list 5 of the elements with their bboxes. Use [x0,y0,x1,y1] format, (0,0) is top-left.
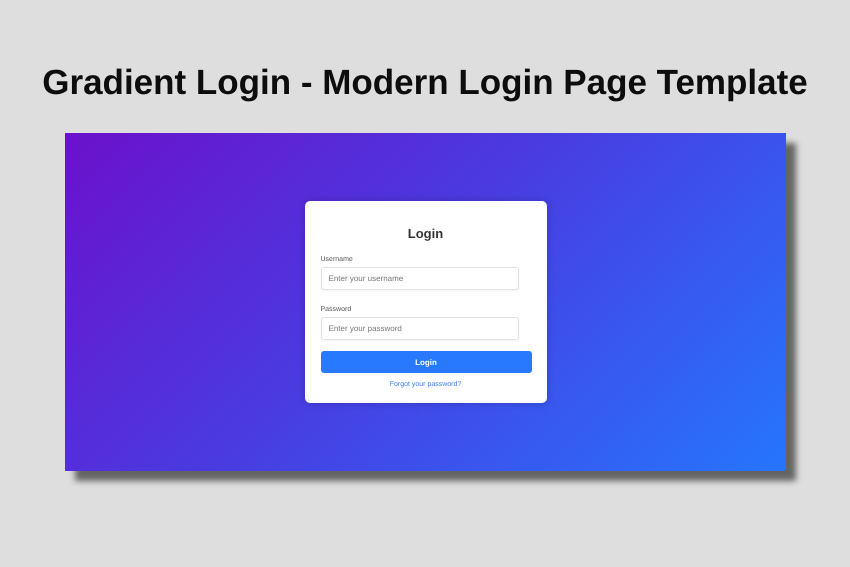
login-title: Login [408,226,444,242]
login-button[interactable]: Login [320,351,532,373]
input-field[interactable]: Enter your username [320,267,518,290]
page-headline: Gradient Login - Modern Login Page Template [42,63,808,103]
input-field[interactable]: Enter your password [320,317,518,340]
